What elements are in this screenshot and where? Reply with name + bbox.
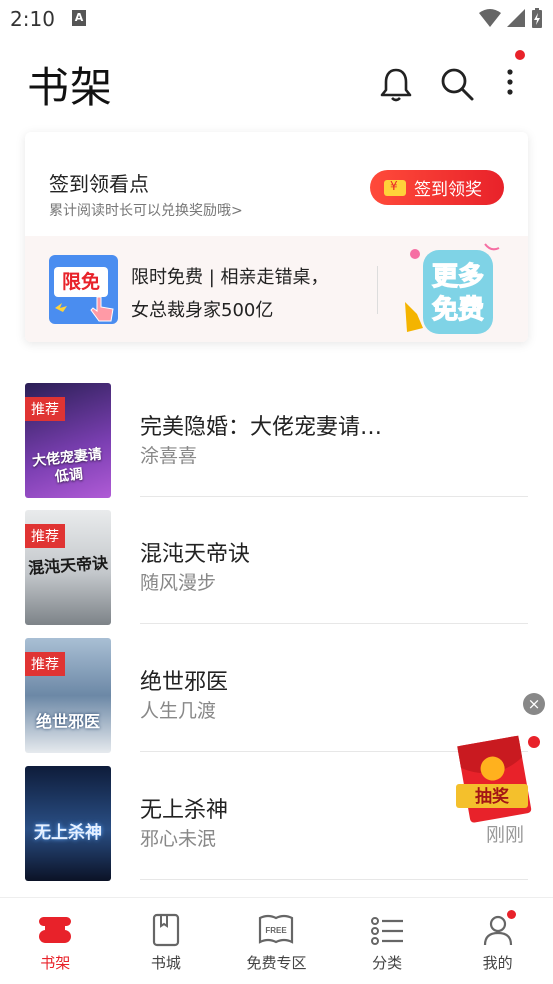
nav-label: 书架 bbox=[40, 954, 71, 972]
nav-label: 免费专区 bbox=[246, 954, 307, 972]
time-label: 刚刚 bbox=[486, 824, 525, 846]
status-time: 2:10 bbox=[10, 7, 55, 31]
recommend-tag: 推荐 bbox=[25, 652, 65, 676]
book-title: 无上杀神 bbox=[140, 798, 229, 823]
checkin-card: 签到领看点 累计阅读时长可以兑换奖励哦> 签到领奖 限免 限时免费 | 相亲走错… bbox=[25, 132, 528, 342]
book-cover[interactable]: 推荐 混沌天帝诀 bbox=[25, 510, 111, 625]
divider bbox=[140, 879, 528, 880]
recommend-tag: 推荐 bbox=[25, 397, 65, 421]
divider bbox=[140, 496, 528, 497]
promo-text-line1: 限时免费 | 相亲走错桌， bbox=[131, 267, 329, 288]
notification-dot bbox=[515, 50, 525, 60]
bell-icon[interactable] bbox=[376, 64, 416, 104]
sparkle-icon bbox=[55, 303, 67, 312]
book-cover[interactable]: 推荐 绝世邪医 bbox=[25, 638, 111, 753]
free-promo-banner[interactable]: 限免 限时免费 | 相亲走错桌， 女总裁身家500亿 更多 免费 bbox=[25, 236, 528, 342]
more-free-top-text: 更多 bbox=[432, 261, 484, 291]
close-float-button[interactable]: × bbox=[523, 693, 545, 715]
hand-pointer-icon bbox=[90, 296, 114, 322]
book-icon bbox=[152, 913, 179, 947]
nav-category[interactable]: 分类 bbox=[332, 898, 443, 984]
status-icons bbox=[479, 7, 543, 29]
book-item[interactable]: 推荐 大佬宠妻请低调 完美隐婚：大佬宠妻请… 涂喜喜 bbox=[0, 383, 553, 511]
bookshelf-icon bbox=[39, 917, 72, 943]
page-title: 书架 bbox=[27, 63, 114, 112]
checkin-title[interactable]: 签到领看点 bbox=[49, 168, 149, 197]
nav-free-zone[interactable]: FREE 免费专区 bbox=[221, 898, 332, 984]
free-badge-label: 限免 bbox=[54, 267, 108, 297]
nav-bookshelf[interactable]: 书架 bbox=[0, 898, 111, 984]
more-free-button[interactable]: 更多 免费 bbox=[403, 242, 503, 338]
signal-icon bbox=[507, 9, 525, 27]
promo-text-line2: 女总裁身家500亿 bbox=[131, 300, 274, 321]
book-author: 随风漫步 bbox=[140, 572, 217, 594]
cover-title: 无上杀神 bbox=[34, 823, 102, 843]
more-options-icon[interactable] bbox=[490, 64, 530, 104]
book-author: 涂喜喜 bbox=[140, 445, 198, 467]
book-cover[interactable]: 无上杀神 bbox=[25, 766, 111, 881]
status-bar: 2:10 A bbox=[0, 0, 553, 38]
app-header: 书架 bbox=[0, 38, 553, 126]
free-badge-icon: 限免 bbox=[49, 255, 118, 324]
ticket-icon bbox=[384, 179, 406, 196]
book-item[interactable]: 推荐 混沌天帝诀 混沌天帝诀 随风漫步 bbox=[0, 510, 553, 638]
lottery-red-envelope-icon[interactable]: 抽奖 bbox=[452, 732, 542, 827]
free-book-icon: FREE bbox=[259, 914, 294, 944]
more-free-bottom-text: 免费 bbox=[432, 294, 484, 324]
book-title: 完美隐婚：大佬宠妻请… bbox=[140, 415, 383, 440]
nav-bookstore[interactable]: 书城 bbox=[111, 898, 222, 984]
book-title: 绝世邪医 bbox=[140, 670, 229, 695]
list-icon bbox=[371, 917, 404, 945]
cover-title: 大佬宠妻请低调 bbox=[31, 446, 103, 486]
search-icon[interactable] bbox=[437, 64, 477, 104]
free-icon-text: FREE bbox=[266, 926, 288, 935]
nav-label: 分类 bbox=[372, 954, 403, 972]
nav-profile[interactable]: 我的 bbox=[442, 898, 553, 984]
promo-divider bbox=[377, 266, 378, 314]
book-author: 人生几渡 bbox=[140, 700, 217, 722]
checkin-subtitle[interactable]: 累计阅读时长可以兑换奖励哦> bbox=[49, 200, 243, 220]
cover-title: 绝世邪医 bbox=[35, 712, 100, 731]
checkin-button-label: 签到领奖 bbox=[414, 180, 482, 200]
checkin-button[interactable]: 签到领奖 bbox=[370, 170, 504, 205]
book-author: 邪心未泯 bbox=[140, 828, 217, 850]
nav-label: 书城 bbox=[150, 954, 181, 972]
recommend-tag: 推荐 bbox=[25, 524, 65, 548]
divider bbox=[140, 623, 528, 624]
cover-title: 混沌天帝诀 bbox=[27, 553, 109, 578]
book-cover[interactable]: 推荐 大佬宠妻请低调 bbox=[25, 383, 111, 498]
battery-icon bbox=[532, 8, 542, 28]
book-title: 混沌天帝诀 bbox=[140, 542, 251, 567]
wifi-icon bbox=[479, 9, 501, 27]
notification-icon: A bbox=[72, 10, 86, 26]
lottery-label: 抽奖 bbox=[475, 786, 510, 807]
nav-label: 我的 bbox=[482, 954, 513, 972]
bottom-nav: 书架 书城 FREE 免费专区 分类 我的 bbox=[0, 897, 553, 984]
